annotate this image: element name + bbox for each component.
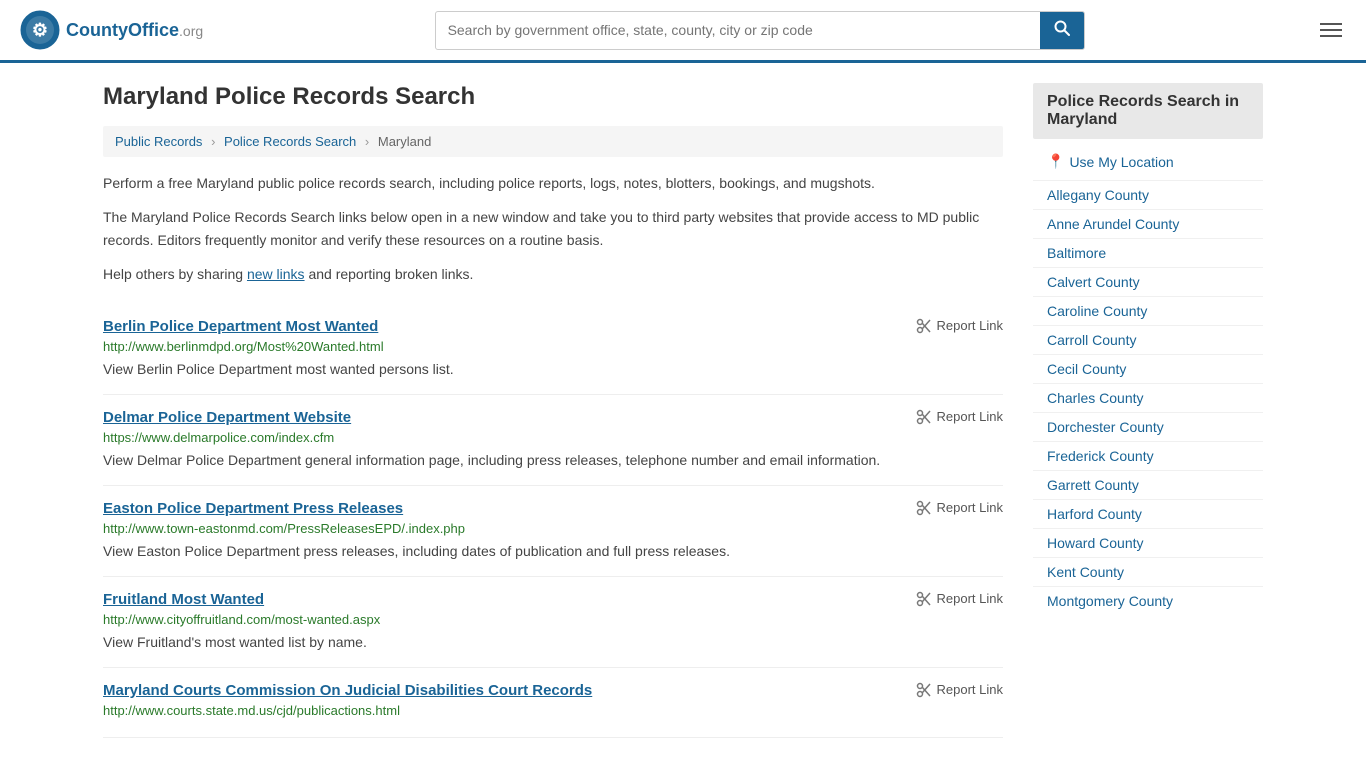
record-title[interactable]: Berlin Police Department Most Wanted [103, 318, 378, 335]
record-url: http://www.courts.state.md.us/cjd/public… [103, 703, 1003, 718]
breadcrumb: Public Records › Police Records Search ›… [103, 126, 1003, 157]
sidebar-counties: Allegany CountyAnne Arundel CountyBaltim… [1033, 180, 1263, 615]
record-title[interactable]: Maryland Courts Commission On Judicial D… [103, 682, 592, 699]
record-description: View Easton Police Department press rele… [103, 541, 1003, 562]
description-3: Help others by sharing new links and rep… [103, 263, 1003, 285]
record-description: View Fruitland's most wanted list by nam… [103, 632, 1003, 653]
record-item: Easton Police Department Press Releases … [103, 486, 1003, 577]
logo[interactable]: ⚙ CountyOffice.org [20, 10, 203, 50]
record-item: Berlin Police Department Most Wanted Rep… [103, 304, 1003, 395]
sidebar-item-caroline-county[interactable]: Caroline County [1033, 296, 1263, 325]
sidebar-item-kent-county[interactable]: Kent County [1033, 557, 1263, 586]
sidebar-item-cecil-county[interactable]: Cecil County [1033, 354, 1263, 383]
report-link-label: Report Link [937, 409, 1003, 424]
record-description: View Delmar Police Department general in… [103, 450, 1003, 471]
sidebar-item-dorchester-county[interactable]: Dorchester County [1033, 412, 1263, 441]
menu-button[interactable] [1316, 19, 1346, 41]
record-item: Maryland Courts Commission On Judicial D… [103, 668, 1003, 738]
new-links-link[interactable]: new links [247, 266, 305, 282]
record-item: Delmar Police Department Website Report … [103, 395, 1003, 486]
record-url: http://www.berlinmdpd.org/Most%20Wanted.… [103, 339, 1003, 354]
page-title: Maryland Police Records Search [103, 83, 1003, 111]
sidebar-item-calvert-county[interactable]: Calvert County [1033, 267, 1263, 296]
description-1: Perform a free Maryland public police re… [103, 172, 1003, 194]
sidebar: Police Records Search in Maryland 📍 Use … [1033, 83, 1263, 738]
report-link-button[interactable]: Report Link [916, 682, 1003, 698]
scissors-icon [916, 682, 932, 698]
sidebar-title: Police Records Search in Maryland [1033, 83, 1263, 139]
scissors-icon [916, 500, 932, 516]
records-list: Berlin Police Department Most Wanted Rep… [103, 304, 1003, 738]
sidebar-item-allegany-county[interactable]: Allegany County [1033, 180, 1263, 209]
report-link-button[interactable]: Report Link [916, 409, 1003, 425]
record-url: http://www.cityoffruitland.com/most-want… [103, 612, 1003, 627]
record-title[interactable]: Easton Police Department Press Releases [103, 500, 403, 517]
menu-bar-1 [1320, 23, 1342, 25]
report-link-button[interactable]: Report Link [916, 318, 1003, 334]
report-link-label: Report Link [937, 591, 1003, 606]
scissors-icon [916, 409, 932, 425]
record-title[interactable]: Delmar Police Department Website [103, 409, 351, 426]
menu-bar-2 [1320, 29, 1342, 31]
breadcrumb-public-records[interactable]: Public Records [115, 134, 202, 149]
report-link-label: Report Link [937, 318, 1003, 333]
sidebar-item-harford-county[interactable]: Harford County [1033, 499, 1263, 528]
sidebar-item-howard-county[interactable]: Howard County [1033, 528, 1263, 557]
sidebar-item-charles-county[interactable]: Charles County [1033, 383, 1263, 412]
search-input[interactable] [436, 14, 1040, 46]
report-link-button[interactable]: Report Link [916, 591, 1003, 607]
sidebar-item-frederick-county[interactable]: Frederick County [1033, 441, 1263, 470]
sidebar-item-carroll-county[interactable]: Carroll County [1033, 325, 1263, 354]
menu-bar-3 [1320, 35, 1342, 37]
record-title[interactable]: Fruitland Most Wanted [103, 591, 264, 608]
sidebar-item-montgomery-county[interactable]: Montgomery County [1033, 586, 1263, 615]
record-item: Fruitland Most Wanted Report Link http:/… [103, 577, 1003, 668]
logo-text: CountyOffice.org [66, 20, 203, 40]
report-link-label: Report Link [937, 500, 1003, 515]
report-link-label: Report Link [937, 682, 1003, 697]
record-url: http://www.town-eastonmd.com/PressReleas… [103, 521, 1003, 536]
breadcrumb-police-records-search[interactable]: Police Records Search [224, 134, 356, 149]
record-url: https://www.delmarpolice.com/index.cfm [103, 430, 1003, 445]
search-bar[interactable] [435, 11, 1085, 50]
sidebar-item-baltimore[interactable]: Baltimore [1033, 238, 1263, 267]
scissors-icon [916, 318, 932, 334]
svg-text:⚙: ⚙ [32, 20, 48, 40]
use-my-location[interactable]: 📍 Use My Location [1033, 147, 1263, 176]
scissors-icon [916, 591, 932, 607]
report-link-button[interactable]: Report Link [916, 500, 1003, 516]
record-description: View Berlin Police Department most wante… [103, 359, 1003, 380]
pin-icon: 📍 [1047, 153, 1064, 170]
sidebar-item-anne-arundel-county[interactable]: Anne Arundel County [1033, 209, 1263, 238]
breadcrumb-maryland: Maryland [378, 134, 431, 149]
search-button[interactable] [1040, 12, 1084, 49]
sidebar-item-garrett-county[interactable]: Garrett County [1033, 470, 1263, 499]
description-2: The Maryland Police Records Search links… [103, 206, 1003, 251]
